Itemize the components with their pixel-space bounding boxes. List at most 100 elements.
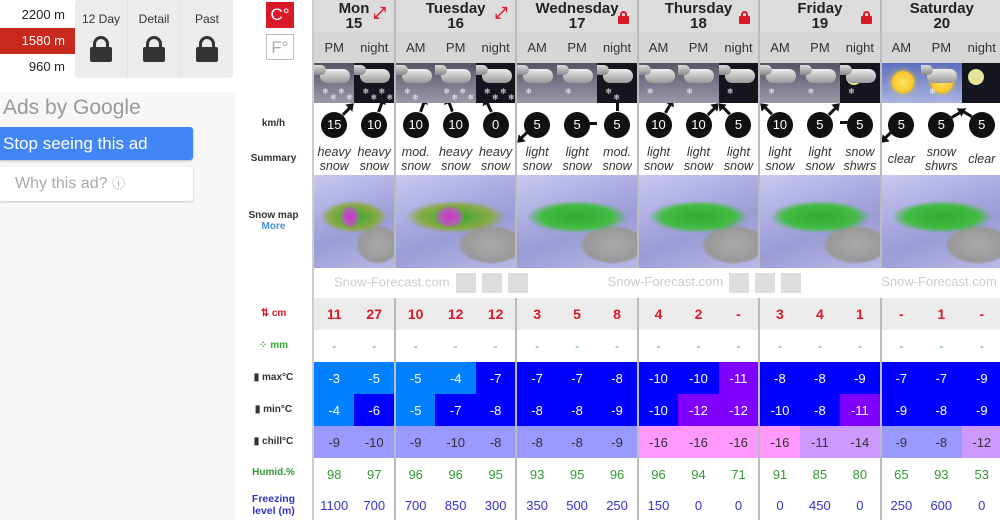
max-temp-cell: -11 [718, 362, 760, 394]
chill-cell: -8 [475, 426, 517, 458]
day-header[interactable]: Thursday 18 [636, 0, 760, 32]
light-snow-day-icon: ❄ [556, 63, 598, 103]
summary-cell: light snow [805, 145, 835, 173]
day-header[interactable]: Saturday 20 [879, 0, 1000, 32]
snow-map-cell[interactable] [636, 175, 760, 268]
snow-cm-cell: 11 [314, 298, 355, 330]
wind-cell: 5 [597, 103, 637, 143]
snow-map-cell[interactable] [515, 175, 638, 268]
chill-cell: -9 [393, 426, 436, 458]
humidity-cell: 93 [515, 458, 557, 490]
snow-cm-cell: 2 [678, 298, 719, 330]
freezing-level-cell: 0 [856, 497, 864, 513]
chill-cell: -16 [718, 426, 760, 458]
lock-icon [143, 36, 165, 62]
snow-forecast-logo: Snow-Forecast.com [881, 274, 997, 290]
day-header[interactable]: Tuesday 16 ⤢ [393, 0, 517, 32]
snow-map-cell[interactable] [758, 175, 881, 268]
share-icon[interactable] [729, 273, 750, 293]
weather-cell: ❄ [515, 63, 557, 103]
freezing-level-cell: 0 [758, 490, 800, 520]
freezing-level-row: 1100 700 700 850 300 350 500 250 150 0 0 0 450 0 250 60… [314, 490, 1000, 520]
snow-map-cell[interactable] [314, 175, 395, 268]
fahrenheit-button[interactable]: F° [266, 34, 294, 60]
humidity-cell: 80 [852, 466, 868, 482]
summary-row: heavy snow heavy snow mod. snow heavy snow h… [314, 143, 1000, 175]
summary-cell: heavy snow [478, 145, 513, 173]
wind-cell: 10 [393, 103, 436, 143]
day-header[interactable]: Mon 15 ⤢ [314, 0, 395, 32]
more-link[interactable]: More [235, 221, 312, 232]
snow-map-cell[interactable] [879, 175, 1000, 268]
summary-cell: light snow [562, 145, 592, 173]
redirect-icon[interactable] [755, 273, 776, 293]
why-this-ad-button[interactable]: Why this ad? ⓘ [0, 167, 193, 201]
rain-mm-cell: - [332, 339, 337, 353]
freezing-level-cell: 150 [636, 490, 679, 520]
snow-map-image[interactable] [396, 175, 516, 268]
humidity-cell: 53 [974, 466, 990, 482]
expand-icon[interactable]: ⤢ [495, 6, 508, 22]
elevation-bottom[interactable]: 960 m [0, 54, 75, 80]
day-header[interactable]: Wednesday 17 [515, 0, 638, 32]
stop-seeing-ad-button[interactable]: Stop seeing this ad [0, 127, 193, 160]
snow-night-icon: ❄ ❄ [597, 63, 637, 103]
summary-cell: snow shwrs [843, 145, 877, 173]
snowflake-icon[interactable] [781, 273, 802, 293]
period-label: PM [678, 32, 719, 63]
period-label: night [597, 32, 638, 63]
min-temp-cell: -4 [314, 394, 355, 426]
snow-map-image[interactable] [518, 175, 637, 268]
celsius-button[interactable]: C° [266, 2, 294, 28]
snow-map-image[interactable] [639, 175, 759, 268]
light-snow-day-icon: ❄ [761, 63, 800, 103]
snow-map-image[interactable] [882, 175, 1000, 268]
weather-cell: ❄ [758, 63, 800, 103]
tab-12-day[interactable]: 12 Day [75, 0, 128, 78]
freezing-level-cell: 500 [566, 497, 588, 513]
rain-mm-cell: - [515, 330, 557, 362]
weather-cell: ❄ ❄ ❄ ❄ [314, 63, 355, 103]
weather-icon-row: ❄ ❄ ❄ ❄ ❄ ❄ ❄ ❄ ❄ ❄ ❄ ❄ ❄ ❄ ❄ ❄ ❄ ❄ ❄ ❄ ❄ ❄ ❄ ❄ ❄ ❄ ❄ ❄ ❄ [314, 63, 1000, 103]
summary-cell: mod. snow [393, 143, 436, 175]
wind-cell: 5 [515, 103, 557, 143]
humidity-cell: 91 [758, 458, 800, 490]
weather-cell: ❄ [636, 63, 679, 103]
max-temp-cell: -5 [354, 362, 395, 394]
tab-past[interactable]: Past [181, 0, 233, 78]
wind-cell: 10 [435, 103, 475, 143]
wind-cell: 5 [719, 103, 759, 143]
snowflake-icon[interactable] [507, 273, 528, 293]
max-temp-cell: -9 [961, 362, 1000, 394]
expand-icon[interactable]: ⤢ [373, 6, 386, 22]
wind-speed-badge: 10 [402, 112, 429, 138]
freezing-level-cell: 0 [734, 497, 743, 513]
wind-speed-badge: 5 [564, 112, 591, 138]
snow-map-image[interactable] [761, 175, 880, 268]
snow-map-row [314, 175, 1000, 268]
thermometer-icon: ▮ [253, 436, 263, 447]
chill-cell: -10 [435, 426, 476, 458]
wind-row: 15 10 10 10 0 5 5 5 10 10 5 10 5 5 5 5 5 [314, 103, 1000, 143]
rain-mm-cell: - [979, 339, 984, 353]
period-label: AM [515, 32, 557, 63]
redirect-icon[interactable] [481, 273, 502, 293]
snow-map-cell[interactable] [393, 175, 517, 268]
snow-cm-cell: - [718, 298, 760, 330]
tab-label: Detail [138, 12, 170, 26]
weather-cell: ❄ ❄ [597, 63, 638, 103]
snow-map-image[interactable] [314, 175, 394, 268]
elevation-mid-selected[interactable]: 1580 m [0, 28, 75, 54]
day-header[interactable]: Friday 19 [758, 0, 881, 32]
elevation-top[interactable]: 2200 m [0, 2, 75, 28]
snow-depth-icon: ⇅ [260, 308, 272, 319]
chill-cell: -11 [799, 426, 841, 458]
max-temp-cell: -7 [921, 362, 962, 394]
snow-forecast-logo: Snow-Forecast.com [334, 274, 450, 290]
share-icon[interactable] [455, 273, 476, 293]
rain-mm-cell: - [736, 339, 741, 353]
wind-cell: 10 [678, 103, 718, 143]
tab-detail[interactable]: Detail [128, 0, 181, 78]
summary-cell: heavy snow [317, 145, 351, 173]
min-temp-cell: -12 [718, 394, 760, 426]
